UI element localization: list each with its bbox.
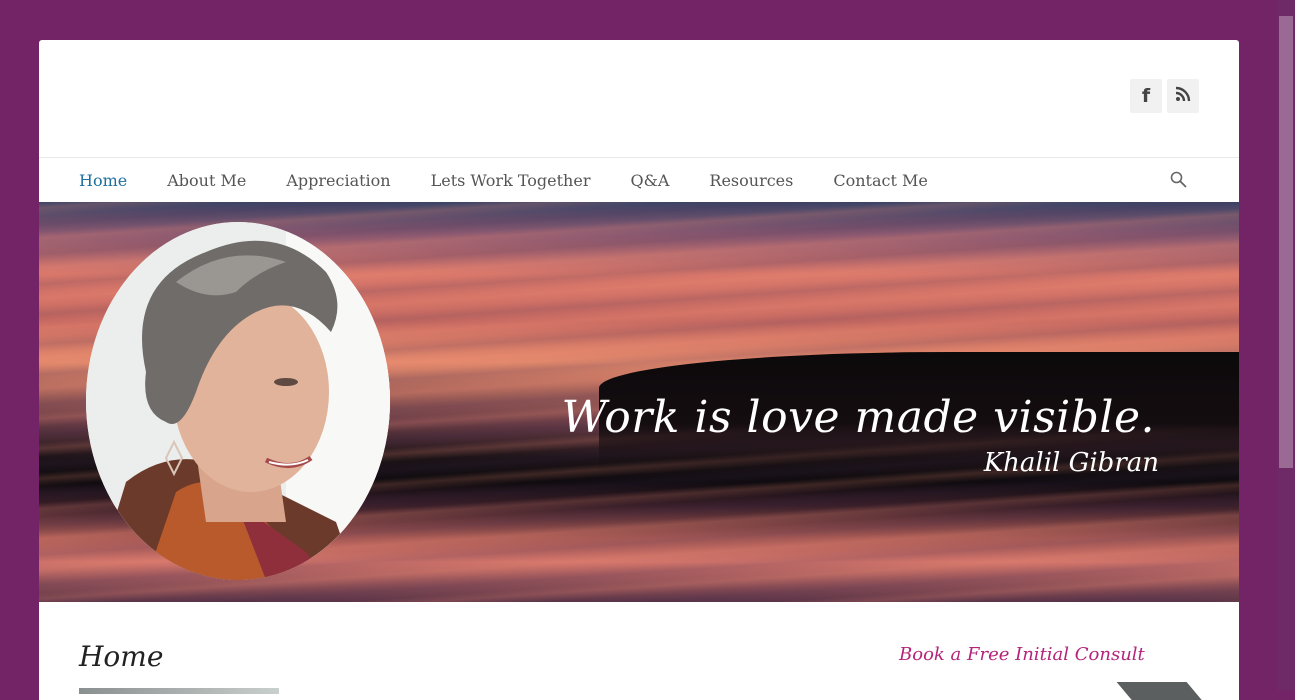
book-consult-link[interactable]: Book a Free Initial Consult: [899, 644, 1145, 665]
page-title: Home: [79, 640, 164, 673]
search-button[interactable]: [1170, 171, 1187, 192]
hero-banner: Work is love made visible. Khalil Gibran: [39, 202, 1239, 602]
nav-item-resources[interactable]: Resources: [709, 171, 793, 190]
banner-quote: Work is love made visible.: [561, 392, 1155, 443]
nav-item-qa[interactable]: Q&A: [630, 171, 669, 190]
nav-item-appreciation[interactable]: Appreciation: [286, 171, 390, 190]
scrollbar-thumb[interactable]: [1279, 16, 1293, 468]
search-icon: [1170, 171, 1187, 192]
content-image: [79, 688, 279, 694]
facebook-icon: f: [1141, 85, 1151, 107]
sidebar-tab: [1116, 682, 1204, 700]
rss-icon: [1175, 86, 1191, 106]
main-navigation: Home About Me Appreciation Lets Work Tog…: [39, 157, 1239, 202]
site-header: f: [39, 40, 1239, 157]
banner-quote-author: Khalil Gibran: [983, 448, 1159, 478]
portrait-photo: [86, 222, 390, 580]
nav-item-contact-me[interactable]: Contact Me: [833, 171, 927, 190]
nav-item-about-me[interactable]: About Me: [167, 171, 246, 190]
scrollbar[interactable]: [1277, 0, 1295, 690]
page-container: f Home About Me Appreciation Lets Work T…: [39, 40, 1239, 700]
nav-item-lets-work-together[interactable]: Lets Work Together: [431, 171, 591, 190]
social-links: f: [1130, 79, 1199, 113]
rss-button[interactable]: [1167, 79, 1199, 113]
facebook-button[interactable]: f: [1130, 79, 1162, 113]
nav-item-home[interactable]: Home: [79, 171, 127, 190]
main-content: Home Book a Free Initial Consult: [39, 602, 1239, 700]
